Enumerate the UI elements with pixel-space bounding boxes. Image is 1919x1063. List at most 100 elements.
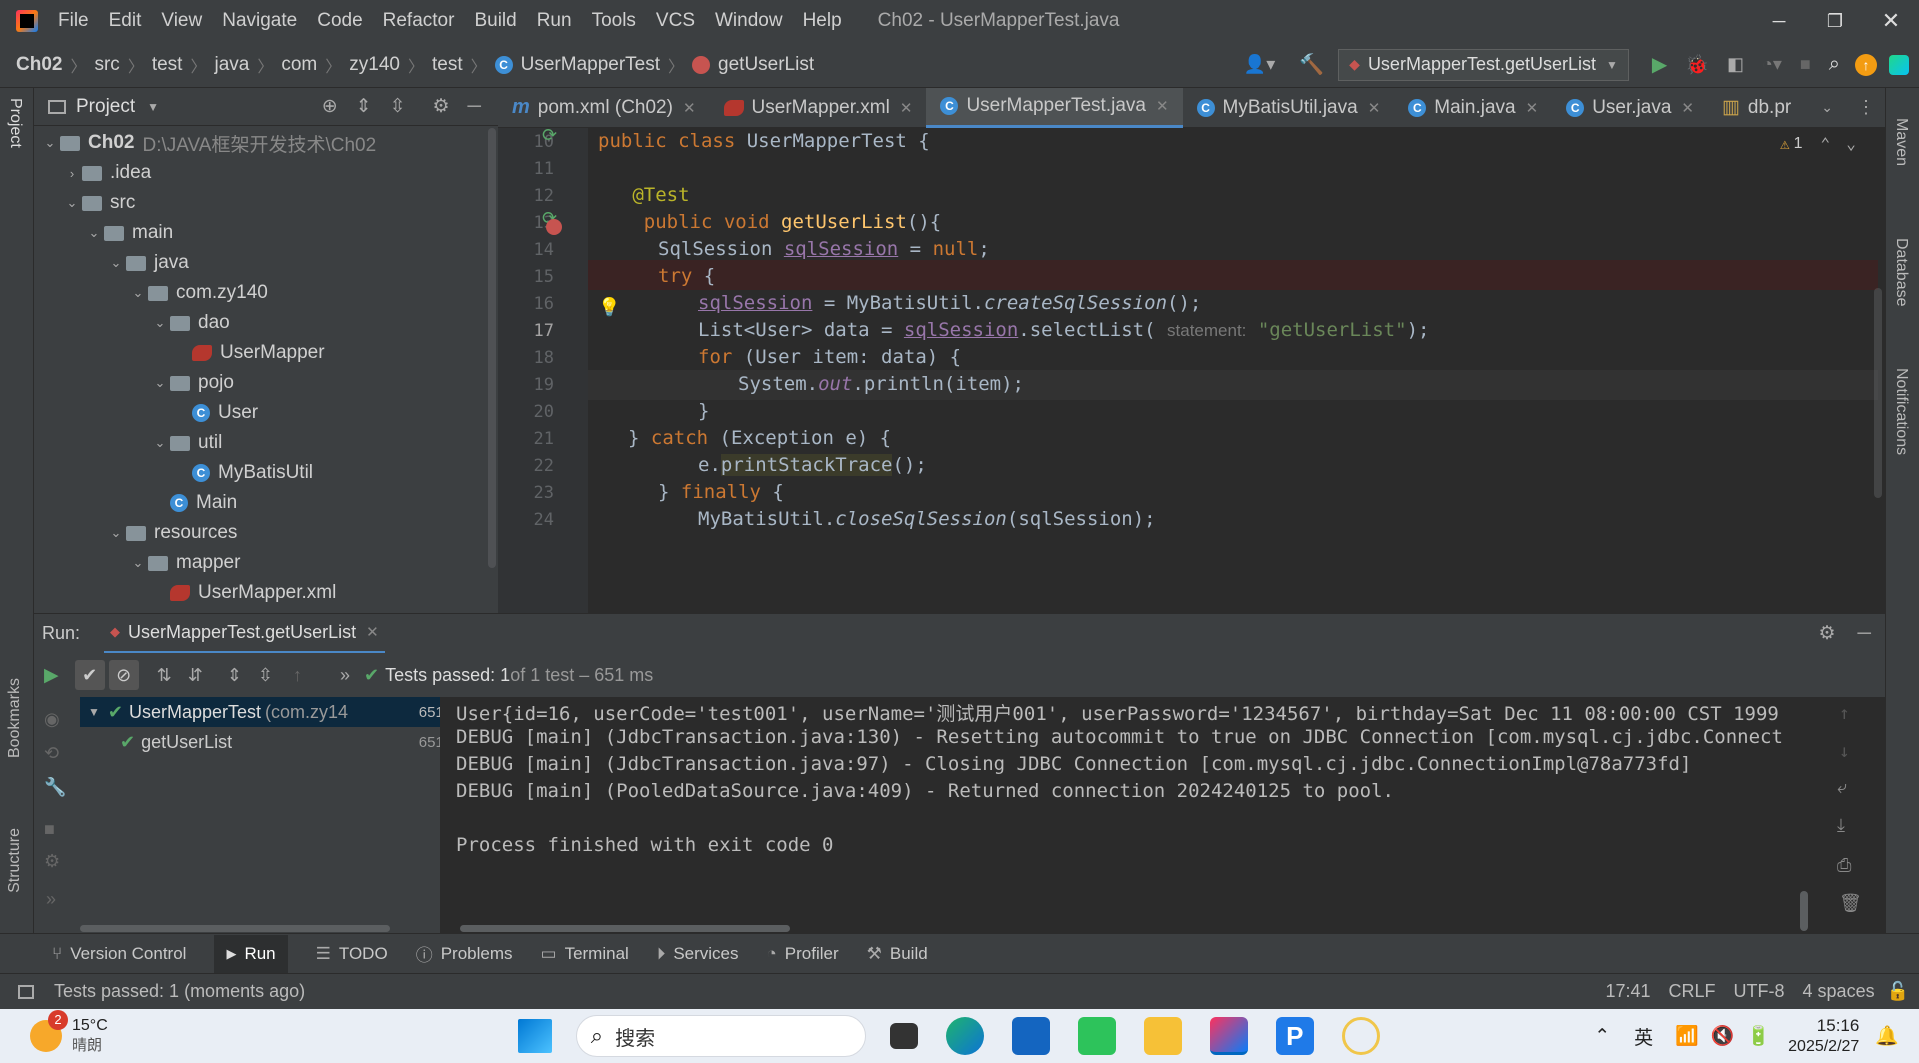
chevron-down-icon[interactable]: ⌄ [1846, 134, 1856, 153]
chevron-down-icon[interactable]: ▼ [147, 100, 159, 114]
bell-icon[interactable]: 🔔 [1875, 1024, 1899, 1048]
wechat-icon[interactable] [1077, 1017, 1116, 1055]
project-tree-item[interactable]: ⌄ util [34, 428, 498, 458]
project-tree-item[interactable]: ⌄ dao [34, 308, 498, 338]
hide-icon[interactable]: ─ [1858, 623, 1871, 645]
expand-all-icon[interactable]: ⇕ [227, 665, 242, 686]
previous-failed-icon[interactable]: ↑ [293, 665, 302, 686]
chevron-up-icon[interactable]: ⌃ [1821, 134, 1831, 153]
notifications-tool-button[interactable]: Notifications [1892, 368, 1910, 455]
console-vscrollbar[interactable] [1800, 891, 1808, 931]
test-suite-row[interactable]: ▼ ✔ UserMapperTest (com.zy14 651 ms [80, 697, 474, 727]
build-tab[interactable]: ⚒ Build [867, 944, 928, 964]
close-tab-icon[interactable]: ✕ [1681, 99, 1694, 117]
editor-tab[interactable]: UserMapper.xml ✕ [710, 88, 927, 128]
sort-duration-icon[interactable]: ⇵ [188, 665, 203, 686]
print-icon[interactable]: ⎙ [1837, 855, 1851, 876]
line-separator[interactable]: CRLF [1669, 981, 1716, 1002]
tree-hscrollbar[interactable] [80, 925, 390, 932]
hide-icon[interactable]: ─ [468, 96, 481, 118]
intellij-icon[interactable] [1209, 1017, 1248, 1055]
project-tree-item[interactable]: C Main [34, 488, 498, 518]
code-editor[interactable]: 10 11 12 13 14 15 16 17 18 19 20 21 22 23 24 public cl… [498, 128, 1885, 613]
scroll-to-end-icon[interactable]: ⤓ [1837, 815, 1845, 836]
project-tool-button[interactable]: Project [6, 98, 24, 148]
services-tab[interactable]: ⏵ Services [657, 944, 739, 964]
locate-icon[interactable]: ⊕ [322, 95, 338, 118]
close-tab-icon[interactable]: ✕ [1156, 97, 1169, 115]
project-tree-item[interactable]: ⌄ main [34, 218, 498, 248]
panel-toggle-icon[interactable] [18, 984, 34, 999]
editor-tab[interactable]: ▥ db.pr [1708, 88, 1805, 128]
profiler-tab[interactable]: ◔ Profiler [767, 944, 839, 964]
breadcrumb-item[interactable]: test [432, 54, 463, 76]
console-hscrollbar[interactable] [460, 925, 790, 932]
chevron-down-icon[interactable]: ⌄ [40, 135, 60, 151]
inspection-widget[interactable]: ⚠ 1 ⌃ ⌄ [1780, 134, 1856, 153]
run-icon[interactable]: ▶ [1652, 52, 1667, 77]
battery-icon[interactable]: 🔋 [1746, 1024, 1770, 1048]
edge-icon[interactable] [945, 1017, 984, 1055]
problems-tab[interactable]: ⓘ Problems [416, 941, 513, 966]
bookmarks-tool-button[interactable]: Bookmarks [6, 678, 24, 758]
editor-tab[interactable]: C MyBatisUtil.java ✕ [1183, 88, 1395, 128]
breadcrumb-item[interactable]: zy140 [349, 54, 400, 76]
todo-tab[interactable]: ☰ TODO [316, 944, 388, 964]
editor-tab[interactable]: m pom.xml (Ch02) ✕ [498, 88, 710, 128]
status-message[interactable]: Tests passed: 1 (moments ago) [54, 981, 305, 1002]
close-tab-icon[interactable]: ✕ [1368, 99, 1381, 117]
editor-tab[interactable]: C Main.java ✕ [1394, 88, 1552, 128]
chevron-up-icon[interactable]: ⌃ [1594, 1025, 1610, 1048]
menu-item-view[interactable]: View [161, 10, 202, 32]
trash-icon[interactable]: 🗑 [1839, 893, 1862, 914]
rerun-failed-icon[interactable]: ⟲ [44, 743, 59, 764]
close-tab-icon[interactable]: ✕ [366, 623, 379, 641]
gear-icon[interactable]: ⚙ [1818, 622, 1835, 645]
ime-indicator[interactable]: 英 [1634, 1023, 1653, 1050]
menu-item-code[interactable]: Code [317, 10, 362, 32]
project-tree-item[interactable]: ⌄ com.zy140 [34, 278, 498, 308]
close-icon[interactable]: ✕ [1863, 8, 1919, 34]
menu-item-edit[interactable]: Edit [109, 10, 142, 32]
chevron-down-icon[interactable]: ⌄ [128, 555, 148, 571]
test-case-row[interactable]: ✔ getUserList 651 ms [80, 727, 474, 757]
structure-tool-button[interactable]: Structure [6, 828, 24, 893]
collapse-all-icon[interactable]: ⇳ [390, 95, 406, 118]
indent-setting[interactable]: 4 spaces [1803, 981, 1875, 1002]
chevron-down-icon[interactable]: ⌄ [150, 435, 170, 451]
project-tree-item[interactable]: C User [34, 398, 498, 428]
project-tree-item[interactable]: ⌄ Ch02 D:\JAVA框架开发技术\Ch02 [34, 128, 498, 158]
project-tree-item[interactable]: ⌄ resources [34, 518, 498, 548]
sort-alpha-icon[interactable]: ⇅ [157, 665, 172, 686]
stop-icon[interactable]: ■ [44, 819, 55, 840]
chevron-down-icon[interactable]: ⌄ [1821, 99, 1833, 116]
code-with-me-icon[interactable] [1889, 54, 1909, 75]
project-tree-item[interactable]: ⌄ src [34, 188, 498, 218]
collapse-all-icon[interactable]: ⇳ [258, 665, 273, 686]
chevron-down-icon[interactable]: ⌄ [128, 285, 148, 301]
project-tree-item[interactable]: › .idea [34, 158, 498, 188]
file-explorer-icon[interactable] [1143, 1017, 1182, 1055]
debug-icon[interactable]: 🐞 [1685, 53, 1709, 77]
show-ignored-toggle[interactable]: ⊘ [108, 660, 139, 690]
chevron-down-icon[interactable]: ⌄ [106, 525, 126, 541]
menu-item-file[interactable]: File [58, 10, 89, 32]
gear-icon[interactable]: ⚙ [432, 95, 449, 118]
breadcrumb-item[interactable]: com [281, 54, 317, 76]
close-tab-icon[interactable]: ✕ [1526, 99, 1539, 117]
taskbar-search[interactable]: ⌕ 搜索 [575, 1015, 866, 1057]
show-passed-toggle[interactable]: ✔ [74, 660, 105, 690]
wifi-icon[interactable]: 📶 [1675, 1024, 1699, 1048]
more-icon[interactable]: » [340, 665, 350, 686]
more-icon[interactable]: » [46, 889, 56, 910]
stop-icon[interactable]: ■ [1800, 54, 1811, 75]
profile-icon[interactable]: ◔▾ [1762, 54, 1782, 75]
breadcrumb-item[interactable]: getUserList [718, 54, 814, 76]
user-icon[interactable]: 👤▾ [1244, 54, 1275, 75]
project-tree-item[interactable]: ⌄ pojo [34, 368, 498, 398]
project-view-select[interactable]: Project [76, 96, 135, 118]
project-tree-item[interactable]: UserMapper.xml [34, 578, 498, 608]
more-icon[interactable]: ⋮ [1857, 97, 1875, 118]
project-tree-item[interactable]: ⌄ java [34, 248, 498, 278]
project-tree-item[interactable]: UserMapper [34, 338, 498, 368]
